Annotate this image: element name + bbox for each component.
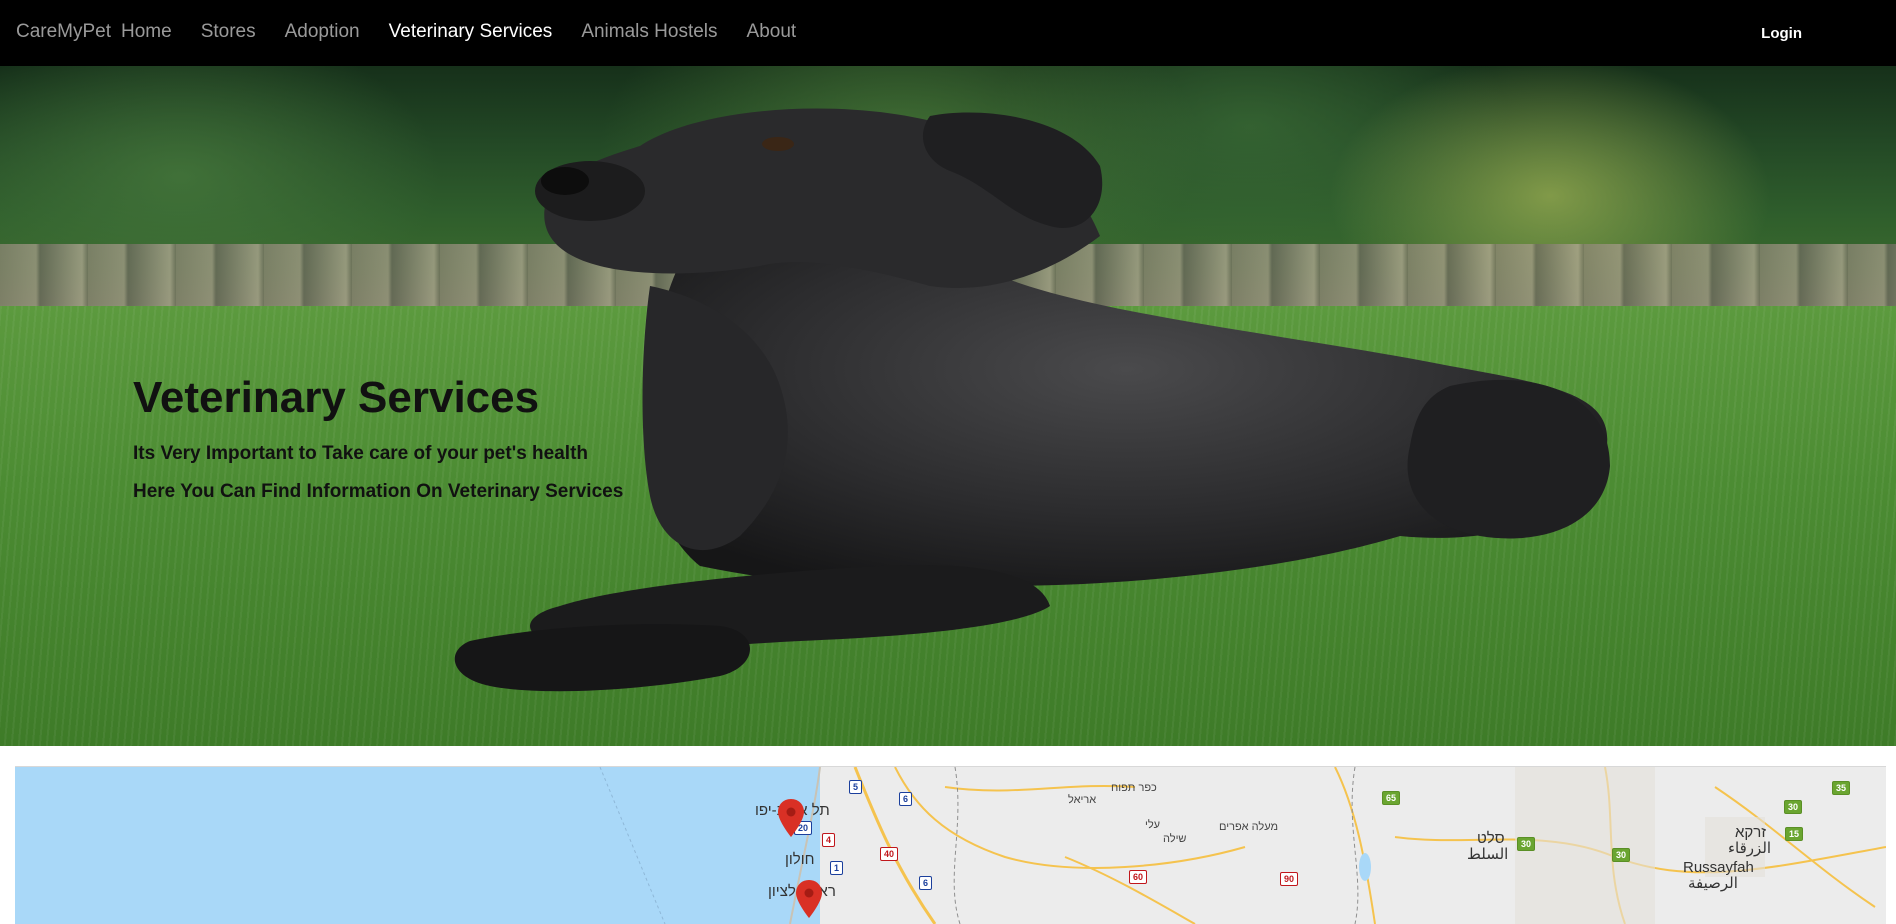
- nav-adoption[interactable]: Adoption: [285, 21, 360, 43]
- road-badge-6b: 6: [919, 876, 933, 890]
- road-badge-5: 5: [849, 780, 863, 794]
- login-link[interactable]: Login: [1761, 25, 1802, 42]
- map-label-ariel: אריאל: [1068, 794, 1097, 806]
- road-badge-40: 40: [880, 847, 899, 861]
- nav-animals-hostels[interactable]: Animals Hostels: [581, 21, 717, 43]
- road-badge-65: 65: [1382, 791, 1401, 805]
- map-label-eli: עלי: [1145, 819, 1161, 831]
- nav-about[interactable]: About: [747, 21, 797, 43]
- map-marker-pin-icon[interactable]: [796, 880, 822, 920]
- nav-home[interactable]: Home: [121, 21, 172, 43]
- map-marker-pin-icon[interactable]: [778, 799, 804, 839]
- map-label-holon: חולון: [785, 851, 815, 868]
- hero-subtitle-health: Its Very Important to Take care of your …: [133, 443, 589, 464]
- road-badge-6: 6: [899, 792, 913, 806]
- road-badge-4: 4: [822, 833, 836, 847]
- map-roads: [599, 767, 1886, 924]
- nav-veterinary-services[interactable]: Veterinary Services: [389, 21, 553, 43]
- map-label-zarqa-ar: الزرقاء: [1728, 840, 1772, 857]
- map-label-kfar-tapuach: כפר תפוח: [1111, 782, 1157, 794]
- road-badge-90: 90: [1280, 872, 1299, 886]
- veterinary-map[interactable]: תל אביב-יפו חולון ראשון לציון כפר תפוח א…: [15, 766, 1886, 924]
- hero-title: Veterinary Services: [133, 373, 540, 422]
- hero-text: Veterinary Services Its Very Important t…: [133, 376, 623, 503]
- hero-subtitle-info: Here You Can Find Information On Veterin…: [133, 481, 624, 502]
- nav-stores[interactable]: Stores: [201, 21, 256, 43]
- map-label-maale-efraim: מעלה אפרים: [1219, 821, 1279, 833]
- map-label-russayfah-ar: الرصيفة: [1688, 875, 1738, 892]
- map-label-shilo: שילה: [1163, 833, 1187, 845]
- road-badge-30c: 30: [1612, 848, 1631, 862]
- road-badge-30b: 30: [1517, 837, 1536, 851]
- map-label-salt-ar: السلط: [1467, 846, 1509, 863]
- road-badge-30: 30: [1784, 800, 1803, 814]
- hero-banner: Veterinary Services Its Very Important t…: [0, 66, 1896, 746]
- nav-links: Home Stores Adoption Veterinary Services…: [121, 21, 825, 43]
- road-badge-15: 15: [1785, 827, 1804, 841]
- road-badge-1: 1: [830, 861, 844, 875]
- brand-logo[interactable]: CareMyPet: [16, 21, 111, 43]
- road-badge-35: 35: [1832, 781, 1851, 795]
- road-badge-60: 60: [1129, 870, 1148, 884]
- navbar: CareMyPet Home Stores Adoption Veterinar…: [0, 0, 1896, 66]
